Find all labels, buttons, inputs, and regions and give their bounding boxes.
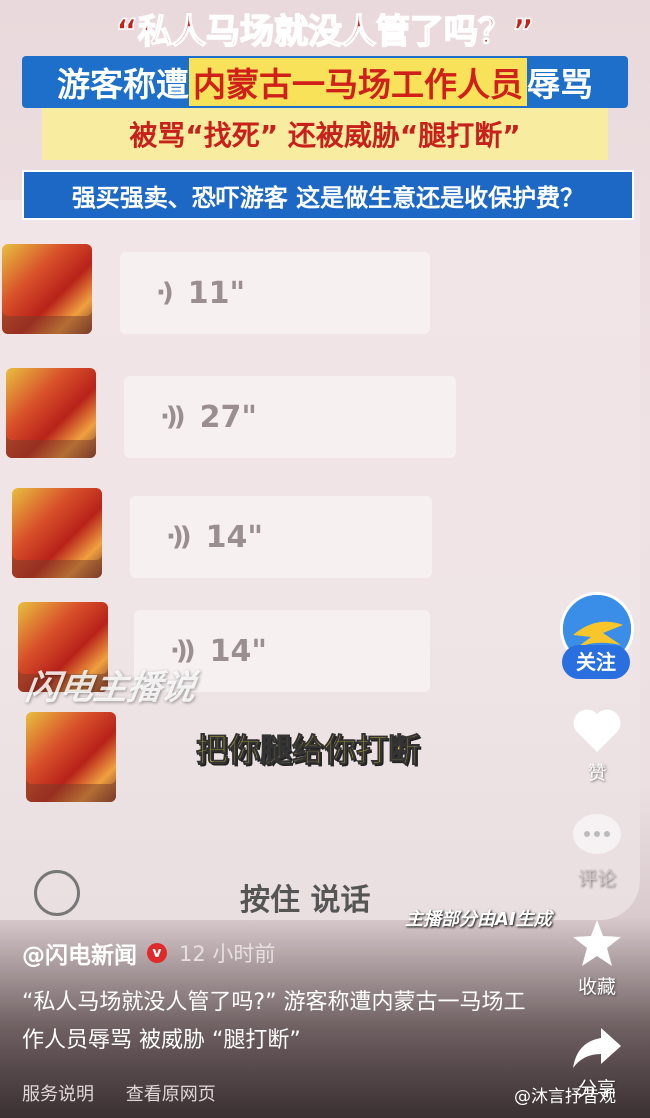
view-original-link[interactable]: 查看原网页 [126,1084,216,1105]
ai-generated-note: 主播部分由AI生成 [405,909,552,930]
chat-avatar [2,244,92,334]
favorite-label: 收藏 [577,976,616,998]
comment-icon [573,814,621,854]
comment-button[interactable]: 评论 [552,812,642,891]
chat-avatar [12,488,102,578]
service-info-link[interactable]: 服务说明 [22,1084,94,1105]
chat-avatar [26,712,116,802]
post-description: “私人马场就没人管了吗?” 游客称遭内蒙古一马场工作人员辱骂 被威胁 “腿打断” [22,990,526,1053]
voice-icon: ·) [156,278,174,308]
heart-icon [573,709,621,752]
headline-banner: 游客称遭 内蒙古一马场工作人员 辱骂 [22,56,628,108]
headline-subbanner: 被骂“找死” 还被威胁“腿打断” [42,108,608,160]
post-time: 12 小时前 [179,942,276,966]
headline-text: 游客称遭 [57,65,189,104]
voice-duration: 14" [209,633,268,669]
like-button[interactable]: 赞 [552,706,642,785]
channel-watermark: 闪电主播说 [22,668,199,708]
headline-question-banner: 强买强卖、恐吓游客 这是做生意还是收保护费？ [22,170,634,220]
voice-duration: 14" [205,519,264,555]
headline-title: “私人马场就没人管了吗？” [115,11,535,53]
voice-duration: 27" [199,399,258,435]
chat-avatar [6,368,96,458]
footer-links: 服务说明 查看原网页 [22,1080,242,1106]
voice-message[interactable]: ·)) 14" [130,496,432,578]
voice-message[interactable]: ·) 11" [120,252,430,334]
keyboard-icon [34,870,80,916]
follow-button[interactable]: 关注 [562,645,630,679]
like-label: 赞 [587,762,607,784]
star-icon [573,920,621,966]
source-watermark: @沐言抒昔观 [514,1087,616,1107]
voice-duration: 11" [187,275,246,311]
author-name[interactable]: @闪电新闻 [22,936,137,970]
voice-icon: ·)) [166,522,192,552]
video-subtitle: 把你腿给你打断 [195,731,421,770]
headline-text: 辱骂 [527,65,593,104]
share-arrow-icon [573,1028,621,1068]
verified-badge-icon: v [147,943,167,963]
hold-to-talk-label: 按住 说话 [240,883,371,918]
author-row[interactable]: @闪电新闻 v 12 小时前 [22,936,275,970]
favorite-button[interactable]: 收藏 [552,918,642,999]
voice-message[interactable]: ·)) 27" [124,376,456,458]
voice-icon: ·)) [160,402,186,432]
headline-highlight: 内蒙古一马场工作人员 [189,58,527,106]
comment-label: 评论 [577,868,616,890]
